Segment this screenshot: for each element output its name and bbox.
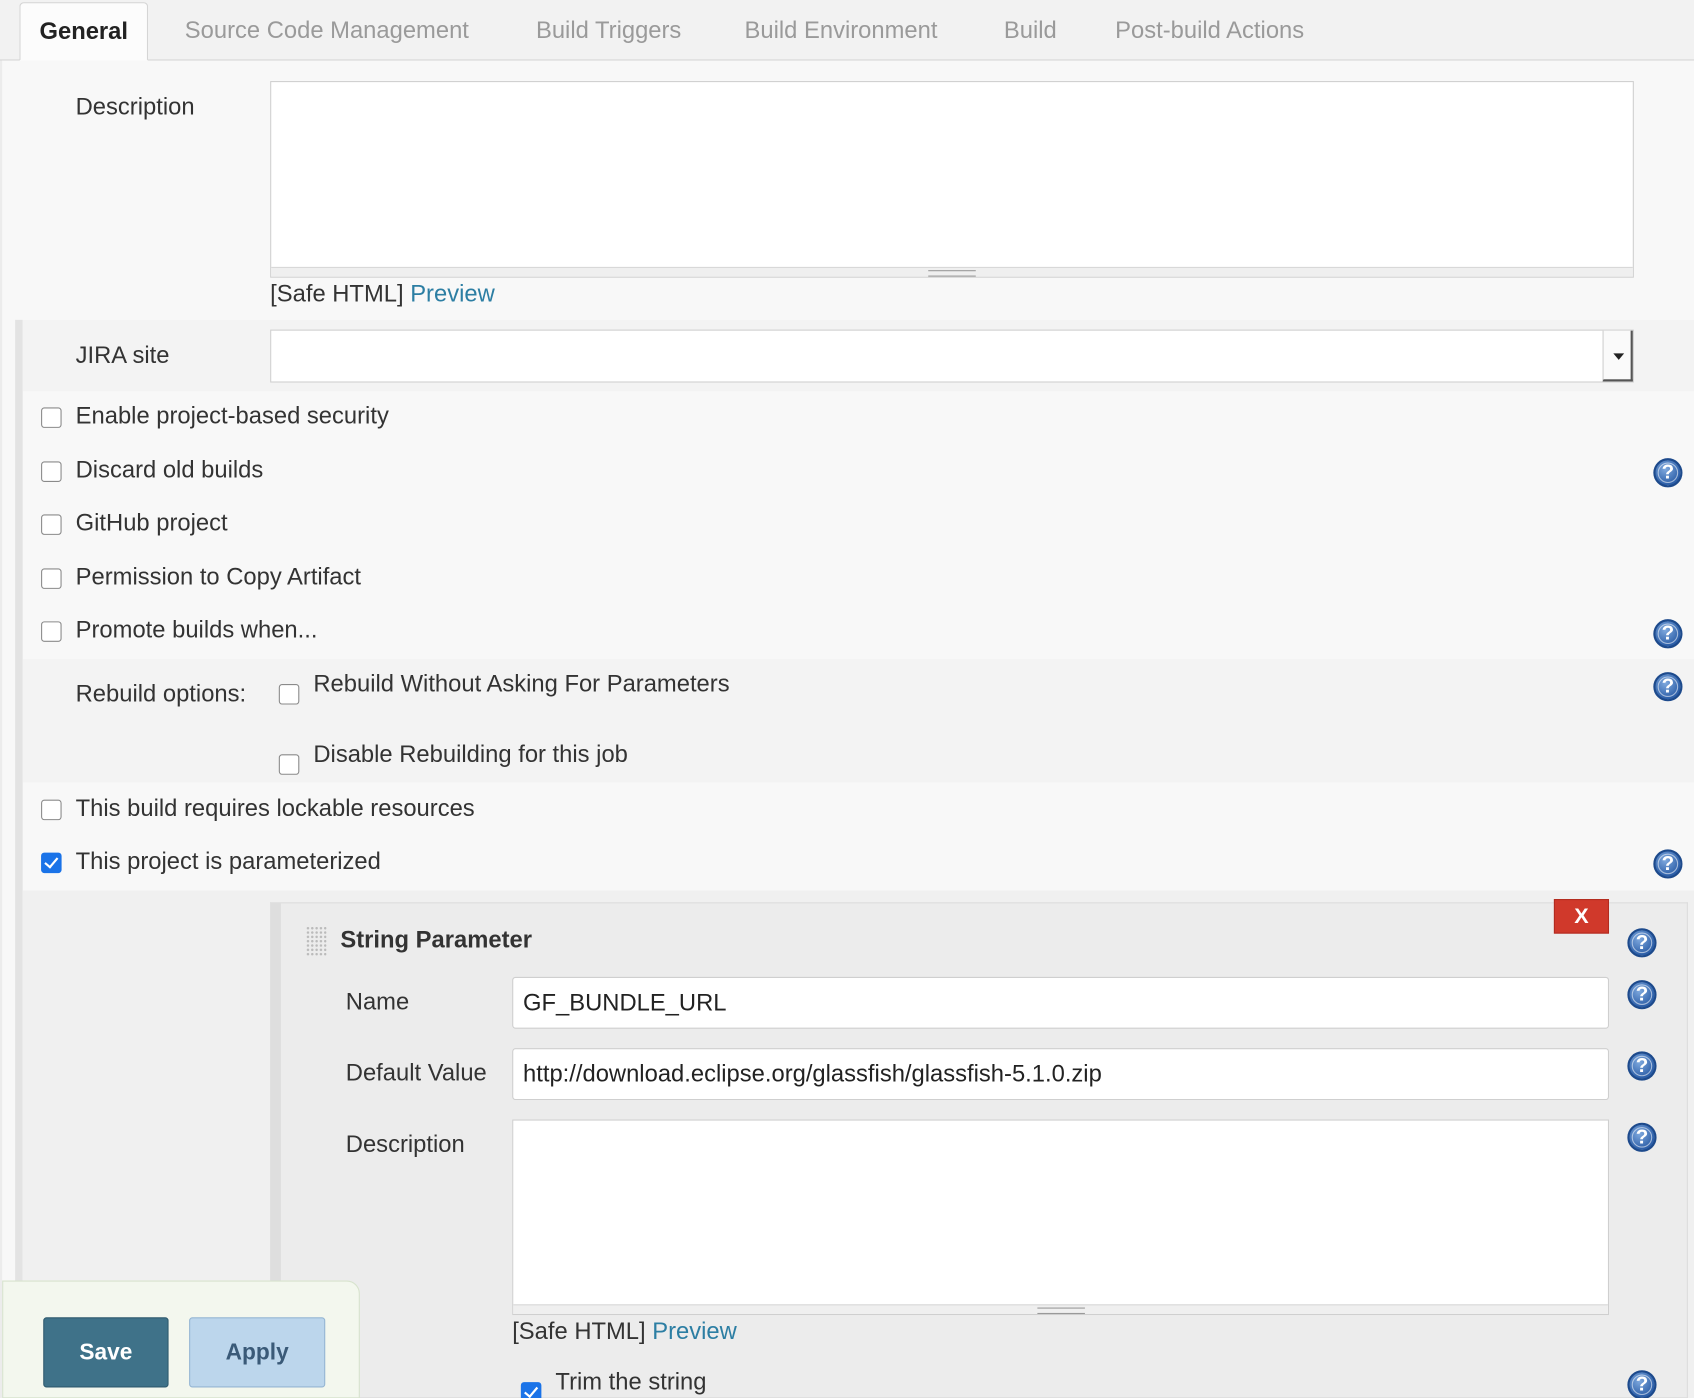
parameterized-checkbox[interactable] xyxy=(41,852,62,874)
param-preview-link[interactable]: Preview xyxy=(652,1317,737,1344)
option-label: GitHub project xyxy=(75,508,228,536)
option-label: Disable Rebuilding for this job xyxy=(313,740,628,768)
apply-button[interactable]: Apply xyxy=(189,1317,326,1388)
option-label: Enable project-based security xyxy=(75,401,389,429)
trim-string-checkbox[interactable] xyxy=(520,1382,542,1398)
help-icon[interactable]: ? xyxy=(1627,980,1657,1010)
jira-site-select[interactable] xyxy=(270,329,1634,383)
help-icon[interactable]: ? xyxy=(1653,458,1683,488)
rebuild-options-row xyxy=(22,659,1694,783)
option-label: Promote builds when... xyxy=(75,615,318,643)
help-icon[interactable]: ? xyxy=(1653,619,1683,649)
option-label: This project is parameterized xyxy=(75,847,381,875)
enable-security-checkbox[interactable] xyxy=(41,407,62,428)
resize-handle[interactable] xyxy=(513,1304,1608,1315)
help-icon[interactable]: ? xyxy=(1653,849,1683,879)
rebuild-without-asking-checkbox[interactable] xyxy=(278,684,300,705)
drag-handle-icon[interactable] xyxy=(305,926,327,957)
config-tab-bar: General Source Code Management Build Tri… xyxy=(0,0,1694,61)
lockable-resources-checkbox[interactable] xyxy=(41,799,62,821)
disable-rebuilding-checkbox[interactable] xyxy=(278,754,300,775)
help-icon[interactable]: ? xyxy=(1627,1370,1657,1398)
param-default-value-input[interactable]: http://download.eclipse.org/glassfish/gl… xyxy=(512,1048,1610,1101)
param-safe-html-note: [Safe HTML] Preview xyxy=(512,1317,737,1345)
permission-copy-artifact-checkbox[interactable] xyxy=(41,568,62,589)
safe-html-label: [Safe HTML] xyxy=(512,1317,646,1345)
param-name-input[interactable]: GF_BUNDLE_URL xyxy=(512,976,1610,1029)
help-icon[interactable]: ? xyxy=(1627,928,1657,958)
chevron-down-icon[interactable] xyxy=(1602,330,1633,382)
discard-old-builds-checkbox[interactable] xyxy=(41,461,62,482)
option-label: Permission to Copy Artifact xyxy=(75,562,362,591)
description-safe-html-note: [Safe HTML] Preview xyxy=(270,280,495,308)
tab-source-code-management[interactable]: Source Code Management xyxy=(185,0,469,61)
param-description-label: Description xyxy=(345,1130,465,1158)
param-description-textarea[interactable] xyxy=(512,1119,1610,1316)
tab-build-environment[interactable]: Build Environment xyxy=(745,0,938,61)
param-name-label: Name xyxy=(345,987,410,1015)
safe-html-label: [Safe HTML] xyxy=(270,279,404,307)
tab-build[interactable]: Build xyxy=(1004,0,1057,61)
resize-handle[interactable] xyxy=(271,266,1633,277)
option-label: Discard old builds xyxy=(75,456,264,484)
string-parameter-title: String Parameter xyxy=(340,926,532,954)
rebuild-options-label: Rebuild options: xyxy=(75,679,247,707)
option-label: This build requires lockable resources xyxy=(75,794,475,822)
param-default-value-label: Default Value xyxy=(345,1058,487,1087)
description-preview-link[interactable]: Preview xyxy=(410,280,495,307)
tab-general[interactable]: General xyxy=(19,2,149,61)
option-label: Rebuild Without Asking For Parameters xyxy=(313,669,730,697)
delete-parameter-button[interactable]: X xyxy=(1553,899,1610,934)
section-accent-bar xyxy=(15,319,23,1398)
github-project-checkbox[interactable] xyxy=(41,514,62,535)
job-config-page: General Source Code Management Build Tri… xyxy=(0,0,1694,1398)
tab-build-triggers[interactable]: Build Triggers xyxy=(536,0,681,61)
save-button[interactable]: Save xyxy=(43,1317,169,1388)
help-icon[interactable]: ? xyxy=(1627,1122,1657,1152)
help-icon[interactable]: ? xyxy=(1627,1051,1657,1081)
tab-post-build-actions[interactable]: Post-build Actions xyxy=(1115,0,1304,61)
description-label: Description xyxy=(75,92,195,120)
help-icon[interactable]: ? xyxy=(1653,672,1683,702)
option-label: Trim the string xyxy=(555,1368,707,1396)
jira-site-label: JIRA site xyxy=(75,341,170,369)
promote-builds-checkbox[interactable] xyxy=(41,621,62,642)
description-textarea[interactable] xyxy=(270,81,1634,278)
